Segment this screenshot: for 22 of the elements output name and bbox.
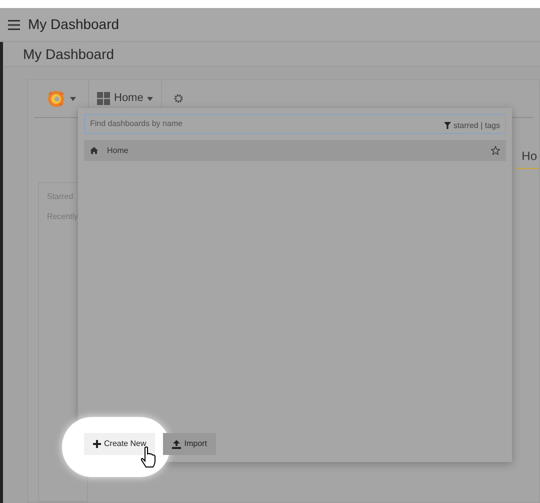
app-title: My Dashboard (28, 15, 120, 34)
page-title: My Dashboard (23, 44, 114, 64)
star-icon[interactable] (491, 146, 500, 155)
result-title: Home (107, 144, 128, 156)
plus-icon (93, 440, 101, 448)
hand-cursor-icon (140, 446, 158, 468)
dashboard-result-row[interactable]: Home (84, 140, 506, 161)
grid-icon (97, 92, 110, 105)
tab-label[interactable]: Ho (522, 149, 537, 163)
spiral-logo-icon (46, 88, 66, 108)
upload-icon (172, 440, 182, 448)
filter-icon (444, 122, 452, 129)
home-icon (90, 147, 98, 154)
settings-icon (174, 94, 184, 103)
search-field[interactable]: Find dashboards by name starred | tags (84, 114, 506, 134)
search-placeholder: Find dashboards by name (90, 118, 182, 130)
menu-icon[interactable] (8, 20, 20, 30)
dashboard-action-button[interactable]: Import (163, 433, 216, 455)
caret-icon (147, 96, 154, 100)
caret-icon (70, 96, 76, 100)
filter-link[interactable]: starred | tags (444, 120, 500, 132)
dashboard-action-button[interactable]: Create New (84, 433, 156, 455)
